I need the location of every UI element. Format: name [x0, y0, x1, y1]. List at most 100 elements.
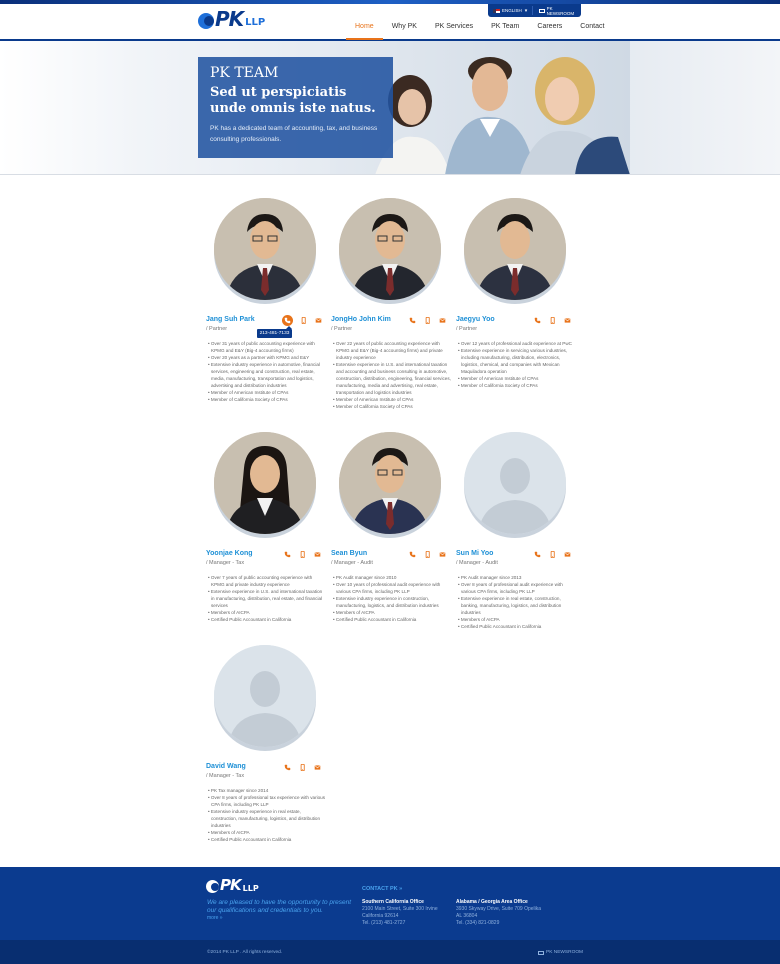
- nav-contact[interactable]: Contact: [571, 18, 613, 40]
- copyright: ©2014 PK LLP . All rights reserved.: [207, 950, 283, 955]
- hero-kicker: PK TEAM: [210, 65, 279, 81]
- site-logo[interactable]: PK LLP: [198, 9, 265, 29]
- member-role: / Manager - Audit: [456, 560, 498, 566]
- member-credentials: PK Audit manager since 2010Over 10 years…: [333, 574, 451, 623]
- email-icon[interactable]: [437, 550, 447, 559]
- member-role: / Manager - Tax: [206, 560, 245, 566]
- mobile-icon[interactable]: [298, 316, 308, 325]
- office-title: Alabama / Georgia Area Office: [456, 899, 528, 905]
- credential-item: Certified Public Accountant in Californi…: [458, 623, 576, 630]
- office-address: 2100 Main Street, Suite 300 Irvine: [362, 906, 438, 912]
- credential-item: Members of AICPA: [458, 616, 576, 623]
- contact-pk-link[interactable]: CONTACT PK »: [362, 886, 402, 892]
- phone-icon[interactable]: [532, 550, 542, 559]
- credential-item: Extensive experience in U.S. and interna…: [208, 588, 326, 609]
- member-name[interactable]: Jang Suh Park: [206, 316, 255, 323]
- hero-divider: [0, 174, 780, 175]
- member-name[interactable]: Sean Byun: [331, 550, 367, 557]
- us-flag-icon: [493, 8, 500, 13]
- office-alabama-georgia: Alabama / Georgia Area Office 3930 Skywa…: [456, 899, 544, 927]
- email-icon[interactable]: [562, 550, 572, 559]
- utility-bar: ENGLISH ▾ PK NEWSROOM: [488, 4, 581, 17]
- member-role: / Manager - Audit: [331, 560, 373, 566]
- credential-item: Over 12 years of professional audit expe…: [458, 340, 576, 347]
- nav-pk-team[interactable]: PK Team: [482, 18, 528, 40]
- nav-home[interactable]: Home: [346, 18, 383, 40]
- member-credentials: Over 7 years of public accounting experi…: [208, 574, 326, 623]
- credential-item: Member of California Society of CPAs: [333, 403, 451, 410]
- footer-logo[interactable]: PK LLP: [206, 878, 259, 893]
- member-name[interactable]: JongHo John Kim: [331, 316, 391, 323]
- member-role: / Partner: [331, 326, 353, 332]
- member-photo: [214, 198, 316, 300]
- nav-pk-services[interactable]: PK Services: [426, 18, 482, 40]
- avatar-placeholder: [464, 432, 566, 534]
- email-icon[interactable]: [437, 316, 447, 325]
- member-credentials: Over 22 years of public accounting exper…: [333, 340, 451, 410]
- credential-item: Over 31 years of public accounting exper…: [208, 340, 326, 354]
- credential-item: Member of American Institute of CPAs: [333, 396, 451, 403]
- hero-banner: PK TEAM Sed ut perspiciatis unde omnis i…: [0, 41, 780, 175]
- mobile-icon[interactable]: [547, 550, 557, 559]
- member-role: / Partner: [206, 326, 228, 332]
- mobile-icon[interactable]: [297, 763, 307, 772]
- newspaper-icon: [538, 8, 545, 13]
- credential-item: Member of California Society of CPAs: [208, 396, 326, 403]
- office-city: AL 36804: [456, 913, 478, 919]
- footer-bottom-bar: [0, 940, 780, 964]
- member-photo: [339, 432, 441, 534]
- member-name[interactable]: Sun Mi Yoo: [456, 550, 493, 557]
- member-photo: [214, 432, 316, 534]
- contact-icons: [277, 550, 322, 559]
- phone-icon[interactable]: [407, 550, 417, 559]
- office-southern-california: Southern California Office 2100 Main Str…: [362, 899, 450, 927]
- office-phone: Tel. (213) 481-2727: [362, 920, 406, 926]
- hero-description: PK has a dedicated team of accounting, t…: [210, 125, 378, 143]
- caret-down-icon: ▾: [524, 7, 528, 14]
- email-icon[interactable]: [313, 316, 323, 325]
- mobile-icon[interactable]: [422, 550, 432, 559]
- hero-title: Sed ut perspiciatis unde omnis iste natu…: [210, 85, 376, 116]
- nav-why-pk[interactable]: Why PK: [383, 18, 426, 40]
- footer-more-link[interactable]: more »: [207, 915, 223, 921]
- credential-item: Certified Public Accountant in Californi…: [208, 616, 326, 623]
- newsroom-label: PK NEWSROOM: [546, 5, 575, 16]
- credential-item: Member of California Society of CPAs: [458, 382, 576, 389]
- member-credentials: Over 12 years of professional audit expe…: [458, 340, 576, 389]
- credential-item: Extensive experience in U.S. and interna…: [333, 361, 451, 396]
- office-title: Southern California Office: [362, 899, 424, 905]
- credential-item: Extensive industry experience in constru…: [333, 595, 451, 609]
- email-icon[interactable]: [562, 316, 572, 325]
- mobile-icon[interactable]: [297, 550, 307, 559]
- footer-logo-text: PK: [220, 876, 242, 894]
- member-name[interactable]: Yoonjae Kong: [206, 550, 253, 557]
- member-name[interactable]: David Wang: [206, 763, 246, 770]
- credential-item: Members of AICPA: [208, 609, 326, 616]
- credential-item: Over 8 years of professional audit exper…: [458, 581, 576, 595]
- nav-careers[interactable]: Careers: [528, 18, 571, 40]
- credential-item: Extensive industry experience in real es…: [208, 808, 326, 829]
- phone-icon[interactable]: [282, 315, 293, 326]
- phone-icon[interactable]: [282, 763, 292, 772]
- credential-item: Members of AICPA: [333, 609, 451, 616]
- phone-icon[interactable]: [532, 316, 542, 325]
- mobile-icon[interactable]: [547, 316, 557, 325]
- logo-mark-icon: [198, 13, 214, 29]
- footer-newsroom-link[interactable]: PK NEWSROOM: [538, 950, 583, 955]
- phone-icon[interactable]: [282, 550, 292, 559]
- credential-item: Over 20 years as a partner with KPMG and…: [208, 354, 326, 361]
- avatar-placeholder: [214, 645, 316, 747]
- credential-item: Member of American Institute of CPAs: [208, 389, 326, 396]
- language-selector[interactable]: ENGLISH ▾: [488, 8, 532, 14]
- credential-item: PK Tax manager since 2014: [208, 787, 326, 794]
- newspaper-icon: [538, 950, 544, 955]
- office-address: 3930 Skyway Drive, Suite 709 Opelika: [456, 906, 542, 912]
- phone-icon[interactable]: [407, 316, 417, 325]
- mobile-icon[interactable]: [422, 316, 432, 325]
- credential-item: Extensive experience in servicing variou…: [458, 347, 576, 375]
- email-icon[interactable]: [312, 550, 322, 559]
- member-name[interactable]: Jaegyu Yoo: [456, 316, 495, 323]
- credential-item: Member of American Institute of CPAs: [458, 375, 576, 382]
- newsroom-link[interactable]: PK NEWSROOM: [531, 5, 581, 16]
- email-icon[interactable]: [312, 763, 322, 772]
